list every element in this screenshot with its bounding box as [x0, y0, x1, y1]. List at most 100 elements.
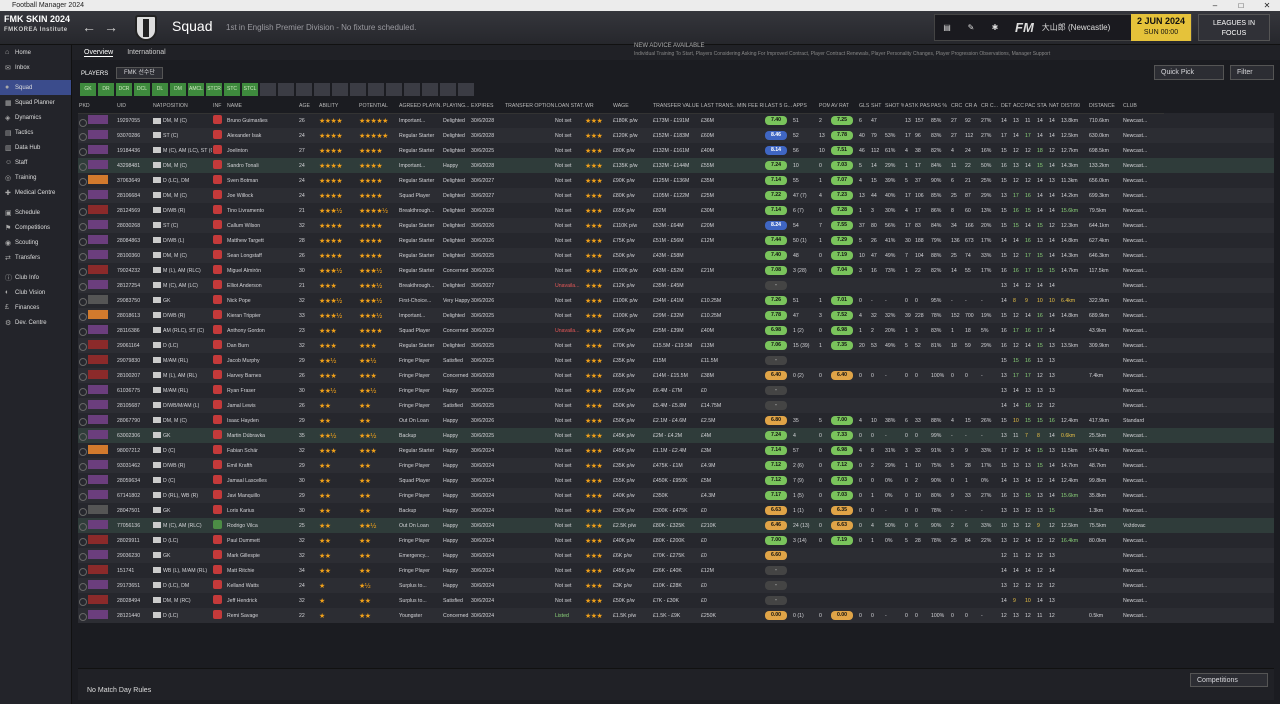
- pkd-cell[interactable]: [78, 518, 116, 533]
- table-row[interactable]: 29061164 D (LC) Dan Burn 32 ★★★ ★★★ Regular St…: [78, 338, 1274, 353]
- select-checkbox-icon[interactable]: [79, 208, 87, 217]
- name-cell[interactable]: Fabian Schär: [226, 443, 298, 458]
- name-cell[interactable]: Sven Botman: [226, 173, 298, 188]
- pkd-cell[interactable]: [78, 398, 116, 413]
- name-cell[interactable]: Javi Manquillo: [226, 488, 298, 503]
- position-toggle[interactable]: DR: [98, 83, 114, 96]
- select-checkbox-icon[interactable]: [79, 538, 87, 547]
- column-header[interactable]: APPS: [792, 100, 818, 114]
- player-name[interactable]: Joe Willock: [227, 193, 253, 199]
- player-name[interactable]: Remi Savage: [227, 613, 258, 619]
- leagues-in-focus-button[interactable]: LEAGUES IN FOCUS: [1198, 14, 1270, 41]
- sidebar-item-transfers[interactable]: ⇄ Transfers: [0, 250, 71, 265]
- column-header[interactable]: K PAS: [914, 100, 930, 114]
- match-day-rules[interactable]: No Match Day Rules: [87, 687, 151, 694]
- table-row[interactable]: 28100360 DM, M (C) Sean Longstaff 26 ★★★★ ★★★…: [78, 248, 1274, 263]
- sidebar-item-home[interactable]: ⌂ Home: [0, 45, 71, 60]
- name-cell[interactable]: Mark Gillespie: [226, 548, 298, 563]
- player-name[interactable]: Jeff Hendrick: [227, 598, 257, 604]
- pkd-cell[interactable]: [78, 143, 116, 158]
- player-name[interactable]: Alexander Isak: [227, 133, 261, 139]
- sidebar-item-dev-centre[interactable]: ⚙ Dev. Centre: [0, 315, 71, 330]
- column-header[interactable]: CLUB: [1122, 100, 1164, 114]
- player-name[interactable]: Javi Manquillo: [227, 493, 260, 499]
- pkd-cell[interactable]: [78, 383, 116, 398]
- column-header[interactable]: POM: [818, 100, 830, 114]
- continue-date-button[interactable]: 2 JUN 2024 SUN 00:00: [1130, 14, 1191, 41]
- table-row[interactable]: 79024232 M (L), AM (RLC) Miguel Almirón 30 ★…: [78, 263, 1274, 278]
- name-cell[interactable]: Tino Livramento: [226, 203, 298, 218]
- name-cell[interactable]: Jacob Murphy: [226, 353, 298, 368]
- table-row[interactable]: 28106684 DM, M (C) Joe Willock 24 ★★★★ ★★★★ Sq…: [78, 188, 1274, 203]
- pkd-cell[interactable]: [78, 233, 116, 248]
- player-name[interactable]: Anthony Gordon: [227, 328, 265, 334]
- table-row[interactable]: 28047501 GK Loris Karius 30 ★★ ★★ Backup Happy 3…: [78, 503, 1274, 518]
- filter-button[interactable]: Filter: [1230, 65, 1274, 80]
- tab-international[interactable]: International: [127, 49, 166, 56]
- position-toggle[interactable]: [386, 83, 402, 96]
- player-name[interactable]: Loris Karius: [227, 508, 254, 514]
- column-header[interactable]: AGREED PLAYIN...: [398, 100, 442, 114]
- select-checkbox-icon[interactable]: [79, 328, 87, 337]
- table-row[interactable]: 28059634 D (C) Jamaal Lascelles 30 ★★ ★★ Squad…: [78, 473, 1274, 488]
- sidebar-item-dynamics[interactable]: ◈ Dynamics: [0, 110, 71, 125]
- table-row[interactable]: 77056136 M (C), AM (RLC) Rodrigo Vilca 25 ★★…: [78, 518, 1274, 533]
- position-toggle[interactable]: [422, 83, 438, 96]
- position-toggle[interactable]: DL: [152, 83, 168, 96]
- table-row[interactable]: 19184436 M (C), AM (LC), ST (C) Joelinton 2…: [78, 143, 1274, 158]
- table-row[interactable]: 28030268 ST (C) Callum Wilson 32 ★★★★ ★★★★ Reg…: [78, 218, 1274, 233]
- table-row[interactable]: 28105687 D/WB/M/AM (L) Jamal Lewis 26 ★★ ★★ Fr…: [78, 398, 1274, 413]
- position-toggle[interactable]: [368, 83, 384, 96]
- pkd-cell[interactable]: [78, 428, 116, 443]
- position-toggle[interactable]: [296, 83, 312, 96]
- table-row[interactable]: 43298481 DM, M (C) Sandro Tonali 24 ★★★★ ★★★★…: [78, 158, 1274, 173]
- column-header[interactable]: NAT: [152, 100, 162, 114]
- player-name[interactable]: Kieran Trippier: [227, 313, 261, 319]
- pkd-cell[interactable]: [78, 248, 116, 263]
- select-checkbox-icon[interactable]: [79, 148, 87, 157]
- table-row[interactable]: 93031462 D/WB (R) Emil Krafth 29 ★★ ★★ Fringe …: [78, 458, 1274, 473]
- column-header[interactable]: WAGE: [612, 100, 652, 114]
- table-row[interactable]: 19297055 DM, M (C) Bruno Guimarães 26 ★★★★ ★★…: [78, 113, 1274, 128]
- column-header[interactable]: NAT: [1048, 100, 1060, 114]
- name-cell[interactable]: Kieran Trippier: [226, 308, 298, 323]
- pkd-cell[interactable]: [78, 488, 116, 503]
- table-row[interactable]: 28121440 D (LC) Remi Savage 22 ★ ★★ Youngster C…: [78, 608, 1274, 623]
- quick-pick-button[interactable]: Quick Pick: [1154, 65, 1224, 80]
- sidebar-item-club-vision[interactable]: ◐ Club Vision: [0, 285, 71, 300]
- player-name[interactable]: Ryan Fraser: [227, 388, 256, 394]
- player-name[interactable]: Emil Krafth: [227, 463, 252, 469]
- column-header[interactable]: SHT: [870, 100, 884, 114]
- column-header[interactable]: DIST/90: [1060, 100, 1088, 114]
- position-toggle[interactable]: [350, 83, 366, 96]
- column-header[interactable]: DISTANCE: [1088, 100, 1122, 114]
- table-row[interactable]: 67141802 D (RL), WB (R) Javi Manquillo 29 ★★…: [78, 488, 1274, 503]
- player-name[interactable]: Tino Livramento: [227, 208, 264, 214]
- column-header[interactable]: CRC: [950, 100, 964, 114]
- sidebar-item-finances[interactable]: £ Finances: [0, 300, 71, 315]
- column-header[interactable]: ACC: [1012, 100, 1024, 114]
- sidebar-item-data-hub[interactable]: ▥ Data Hub: [0, 140, 71, 155]
- select-checkbox-icon[interactable]: [79, 388, 87, 397]
- pkd-cell[interactable]: [78, 608, 116, 623]
- edit-icon[interactable]: ✎: [959, 23, 983, 32]
- column-header[interactable]: TRANSFER VALUE: [652, 100, 700, 114]
- name-cell[interactable]: Nick Pope: [226, 293, 298, 308]
- name-cell[interactable]: Sandro Tonali: [226, 158, 298, 173]
- view-selector[interactable]: FMK 선수단: [116, 67, 163, 79]
- pkd-cell[interactable]: [78, 323, 116, 338]
- select-checkbox-icon[interactable]: [79, 493, 87, 502]
- select-checkbox-icon[interactable]: [79, 523, 87, 532]
- column-header[interactable]: SHOT %: [884, 100, 904, 114]
- column-header[interactable]: STA: [1036, 100, 1048, 114]
- column-header[interactable]: NAME: [226, 100, 298, 114]
- name-cell[interactable]: Martin Dúbravka: [226, 428, 298, 443]
- player-name[interactable]: Mark Gillespie: [227, 553, 260, 559]
- column-header[interactable]: LAST TRANS...: [700, 100, 736, 114]
- forward-arrow-icon[interactable]: →: [104, 19, 118, 35]
- column-header[interactable]: LAST 5 G...: [764, 100, 792, 114]
- pkd-cell[interactable]: [78, 338, 116, 353]
- select-checkbox-icon[interactable]: [79, 463, 87, 472]
- fm-logo[interactable]: FM: [1015, 20, 1034, 35]
- player-name[interactable]: Sven Botman: [227, 178, 258, 184]
